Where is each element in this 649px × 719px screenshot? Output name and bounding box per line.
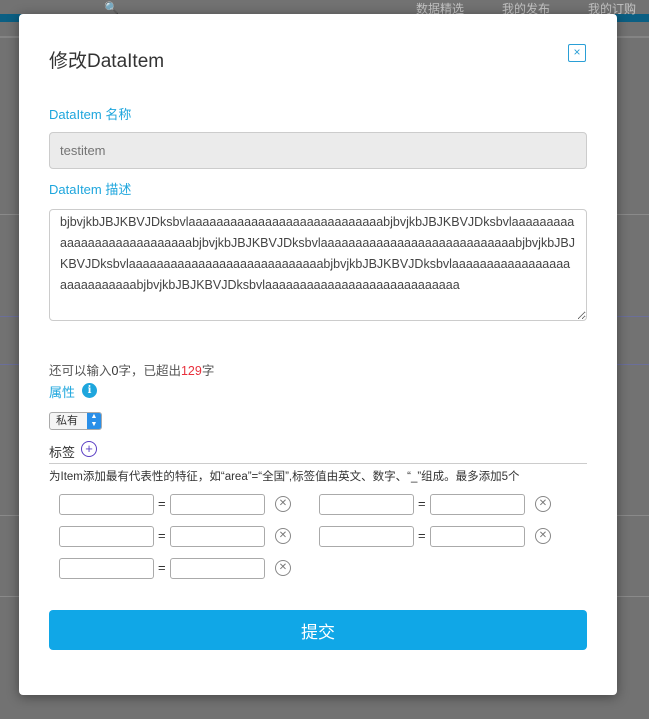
equals-sign: = [158,528,166,543]
counter-prefix: 还可以输入 [49,364,112,378]
equals-sign: = [158,496,166,511]
counter-middle: 字，已超出 [118,364,181,378]
tag-key-input[interactable] [319,526,414,547]
remove-tag-icon[interactable]: ✕ [535,528,551,544]
remove-tag-icon[interactable]: ✕ [275,528,291,544]
attribute-label: 属性 [49,385,76,400]
dataitem-desc-label: DataItem 描述 [49,182,132,197]
counter-suffix: 字 [201,364,215,378]
close-button[interactable]: × [568,44,586,62]
tag-divider [49,463,587,464]
remove-tag-icon[interactable]: ✕ [275,560,291,576]
equals-sign: = [418,496,426,511]
tag-value-input[interactable] [170,526,265,547]
tag-value-input[interactable] [430,526,525,547]
equals-sign: = [418,528,426,543]
char-counter: 还可以输入0字，已超出129字 [49,360,214,379]
remove-tag-icon[interactable]: ✕ [275,496,291,512]
tag-hint: 为Item添加最有代表性的特征，如“area”=“全国”,标签值由英文、数字、“… [49,471,520,483]
search-icon: 🔍 [104,1,119,15]
counter-over: 129 [180,364,202,378]
tag-value-input[interactable] [430,494,525,515]
dataitem-name-input[interactable] [49,132,587,169]
tag-key-input[interactable] [59,526,154,547]
add-tag-icon[interactable]: + [81,441,97,457]
info-icon[interactable]: i [82,383,97,398]
submit-button[interactable]: 提交 [49,610,587,650]
tag-value-input[interactable] [170,558,265,579]
attribute-select[interactable]: 私有 ▲ ▼ [49,412,102,430]
tag-key-input[interactable] [59,494,154,515]
dataitem-desc-textarea[interactable]: bjbvjkbJBJKBVJDksbvlaaaaaaaaaaaaaaaaaaaa… [49,209,587,321]
dataitem-name-label: DataItem 名称 [49,107,132,122]
tag-value-input[interactable] [170,494,265,515]
tag-label: 标签 [49,445,76,460]
remove-tag-icon[interactable]: ✕ [535,496,551,512]
select-arrows-icon: ▲ ▼ [87,413,101,429]
edit-dataitem-dialog: 修改DataItem × DataItem 名称 DataItem 描述 bjb… [19,14,617,695]
tag-key-input[interactable] [319,494,414,515]
attribute-select-value: 私有 [56,415,78,427]
equals-sign: = [158,560,166,575]
tag-key-input[interactable] [59,558,154,579]
dialog-title: 修改DataItem [49,51,165,72]
